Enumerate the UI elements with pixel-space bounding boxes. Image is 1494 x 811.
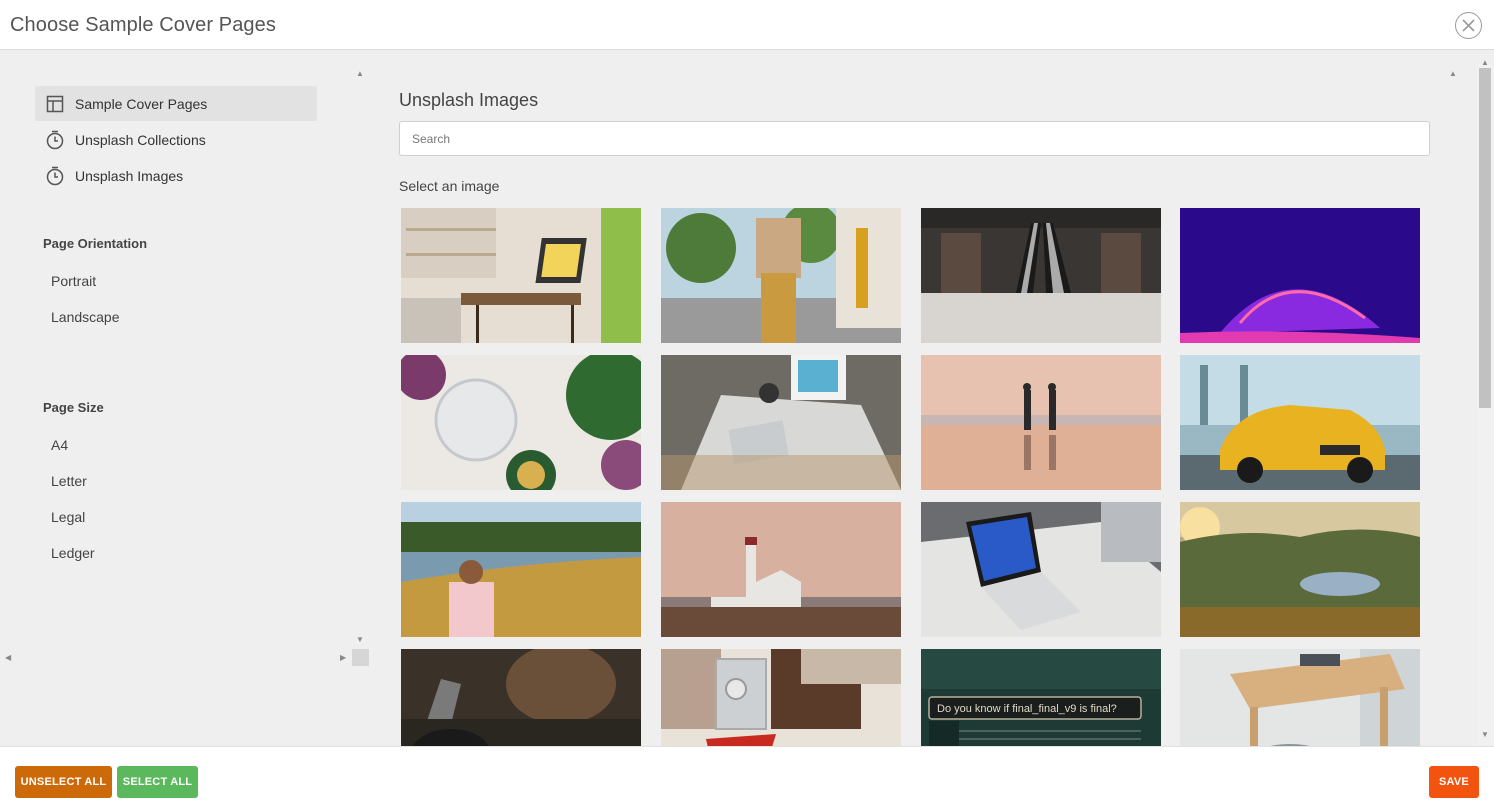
select-image-label: Select an image	[399, 178, 500, 194]
scrollbar-corner	[352, 649, 369, 666]
hands-with-tool-photo	[401, 649, 641, 746]
orientation-option-portrait[interactable]: Portrait	[51, 273, 96, 289]
size-option-ledger[interactable]: Ledger	[51, 545, 95, 561]
dialog-body: Sample Cover Pages Unsplash Collections …	[0, 50, 1494, 746]
hands-with-camera-photo	[661, 649, 901, 746]
street-person-photo	[661, 208, 901, 343]
vertical-scrollbar[interactable]: ▲ ▼	[1477, 58, 1494, 746]
sidebar-item-sample-cover-pages[interactable]: Sample Cover Pages	[35, 86, 317, 121]
save-button[interactable]: SAVE	[1429, 766, 1479, 798]
layout-icon	[46, 95, 64, 113]
orientation-option-landscape[interactable]: Landscape	[51, 309, 120, 325]
image-thumb-wood-desk[interactable]	[1180, 649, 1420, 746]
escalator-photo	[921, 208, 1161, 343]
content-title: Unsplash Images	[399, 90, 539, 110]
scroll-up-arrow[interactable]: ▲	[1481, 58, 1489, 67]
dialog-footer: UNSELECT ALL SELECT ALL SAVE	[0, 746, 1494, 811]
image-thumb-hands-tool[interactable]	[401, 649, 641, 746]
wooden-desk-photo	[1180, 649, 1420, 746]
image-thumb-purple[interactable]	[1180, 208, 1420, 343]
chat-bubble-photo: Do you know if final_final_v9 is final?	[921, 649, 1161, 746]
glass-and-flowers-photo	[401, 355, 641, 490]
sidebar-item-label: Unsplash Collections	[75, 132, 206, 148]
close-icon	[1462, 19, 1475, 32]
close-button[interactable]	[1455, 12, 1482, 39]
chat-caption: Do you know if final_final_v9 is final?	[937, 703, 1117, 715]
image-thumb-child-lake[interactable]	[401, 502, 641, 637]
yellow-car-photo	[1180, 355, 1420, 490]
desk-with-tablet-photo	[661, 355, 901, 490]
search-input[interactable]	[399, 121, 1430, 156]
sidebar: Sample Cover Pages Unsplash Collections …	[0, 50, 364, 662]
page-size-title: Page Size	[43, 400, 104, 415]
sidebar-item-unsplash-images[interactable]: Unsplash Images	[35, 158, 317, 193]
sidebar-item-label: Sample Cover Pages	[75, 96, 208, 112]
unselect-all-button[interactable]: UNSELECT ALL	[15, 766, 112, 798]
select-all-button[interactable]: SELECT ALL	[117, 766, 198, 798]
image-thumb-desk-tablet[interactable]	[661, 355, 901, 490]
child-by-lake-photo	[401, 502, 641, 637]
clock-icon	[46, 166, 64, 186]
mountain-lake-photo	[1180, 502, 1420, 637]
image-thumb-laptop-desk[interactable]	[401, 208, 641, 343]
purple-abstract-photo	[1180, 208, 1420, 343]
image-thumb-car[interactable]	[1180, 355, 1420, 490]
image-thumb-beach[interactable]	[921, 355, 1161, 490]
size-option-legal[interactable]: Legal	[51, 509, 85, 525]
scroll-down-arrow[interactable]: ▼	[356, 635, 364, 644]
image-thumb-mountain[interactable]	[1180, 502, 1420, 637]
content-panel: Unsplash Images Select an image	[369, 50, 1445, 746]
image-thumb-street[interactable]	[661, 208, 901, 343]
sidebar-item-label: Unsplash Images	[75, 168, 184, 184]
laptop-on-white-table-photo	[921, 502, 1161, 637]
scroll-left-arrow[interactable]: ◀	[5, 653, 11, 662]
image-thumb-lighthouse[interactable]	[661, 502, 901, 637]
image-thumb-glass[interactable]	[401, 355, 641, 490]
scroll-up-arrow[interactable]: ▲	[356, 69, 364, 78]
scroll-right-arrow[interactable]: ▶	[340, 653, 346, 662]
content-scroll-up-arrow[interactable]: ▲	[1449, 69, 1457, 78]
sidebar-item-unsplash-collections[interactable]: Unsplash Collections	[35, 122, 317, 157]
dialog-header: Choose Sample Cover Pages	[0, 0, 1494, 50]
dialog-title: Choose Sample Cover Pages	[10, 14, 276, 36]
size-option-a4[interactable]: A4	[51, 437, 68, 453]
page-orientation-title: Page Orientation	[43, 236, 148, 251]
scroll-down-arrow[interactable]: ▼	[1481, 730, 1489, 739]
size-option-letter[interactable]: Letter	[51, 473, 87, 489]
clock-icon	[46, 130, 64, 150]
image-thumb-laptop-white[interactable]	[921, 502, 1161, 637]
scrollbar-thumb[interactable]	[1479, 68, 1491, 408]
image-thumb-camera[interactable]	[661, 649, 901, 746]
image-thumb-chat[interactable]: Do you know if final_final_v9 is final?	[921, 649, 1161, 746]
lighthouse-photo	[661, 502, 901, 637]
laptop-on-desk-photo	[401, 208, 641, 343]
couple-on-beach-photo	[921, 355, 1161, 490]
image-thumb-escalator[interactable]	[921, 208, 1161, 343]
